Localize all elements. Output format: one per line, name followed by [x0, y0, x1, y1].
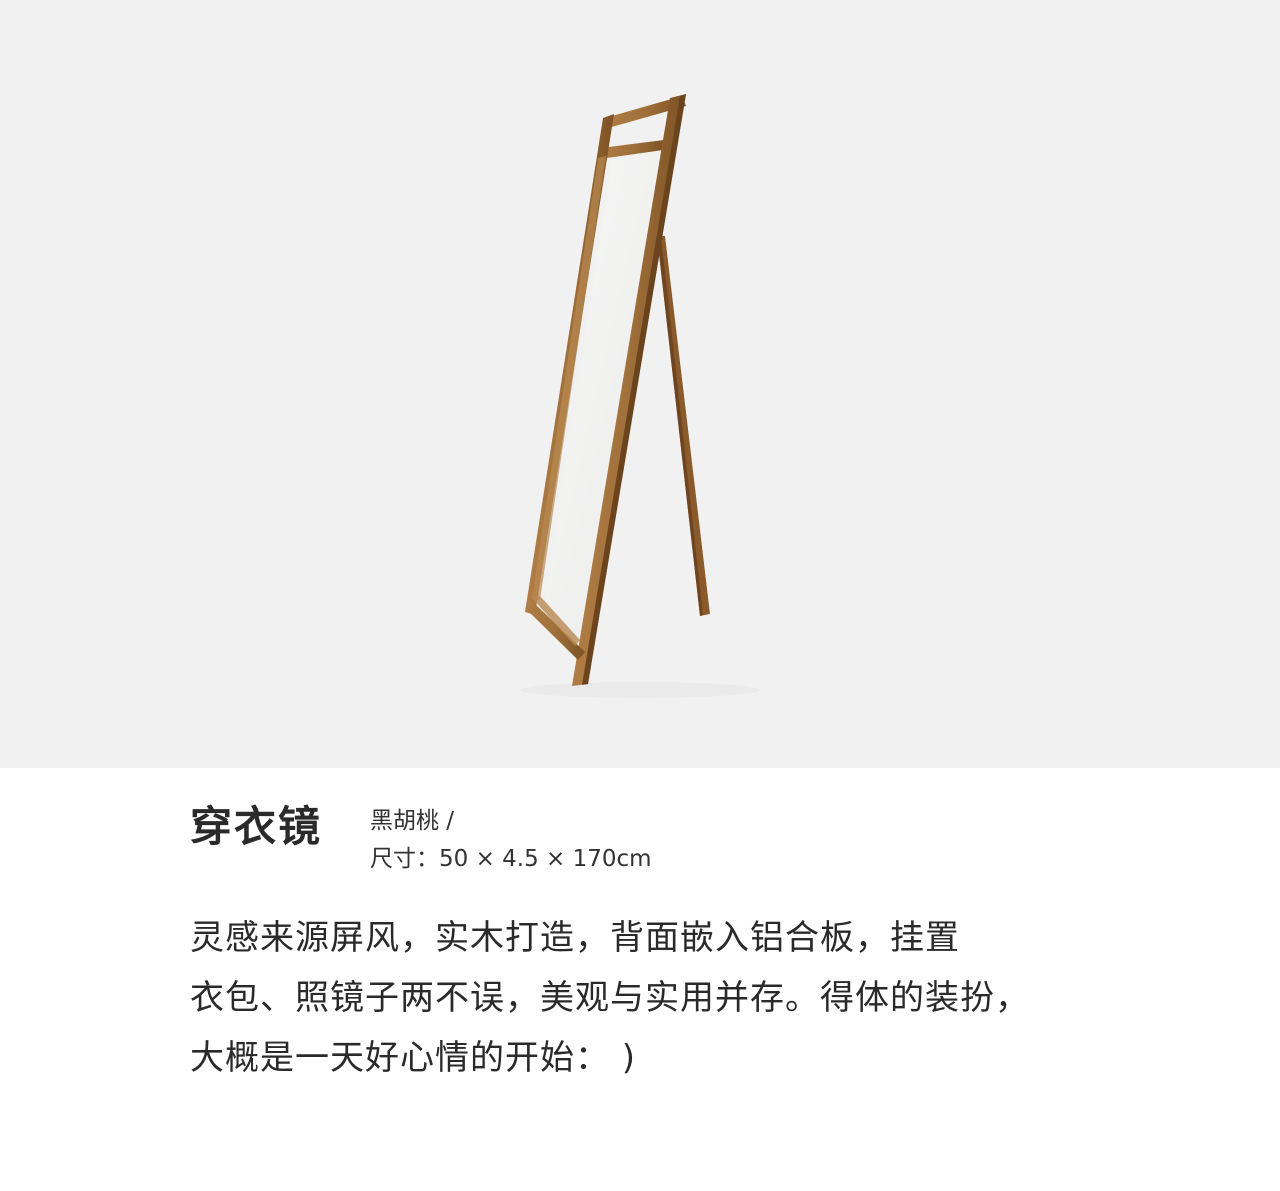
mirror-icon: [520, 94, 760, 698]
product-description: 灵感来源屏风，实木打造，背面嵌入铝合板，挂置 衣包、照镜子两不误，美观与实用并存…: [190, 908, 1110, 1088]
product-title: 穿衣镜: [190, 802, 323, 851]
material-label: 黑胡桃 /: [370, 808, 455, 834]
size-label: 尺寸：50 × 4.5 × 170cm: [370, 846, 652, 872]
product-specs: 黑胡桃 / 尺寸：50 × 4.5 × 170cm: [370, 802, 652, 878]
description-line: 衣包、照镜子两不误，美观与实用并存。得体的装扮，: [190, 978, 1030, 1018]
description-line: 灵感来源屏风，实木打造，背面嵌入铝合板，挂置: [190, 918, 960, 958]
caption-panel: 穿衣镜 黑胡桃 / 尺寸：50 × 4.5 × 170cm 灵感来源屏风，实木打…: [0, 768, 1280, 1191]
product-photo: [0, 0, 1280, 768]
description-line: 大概是一天好心情的开始： ): [190, 1038, 637, 1078]
